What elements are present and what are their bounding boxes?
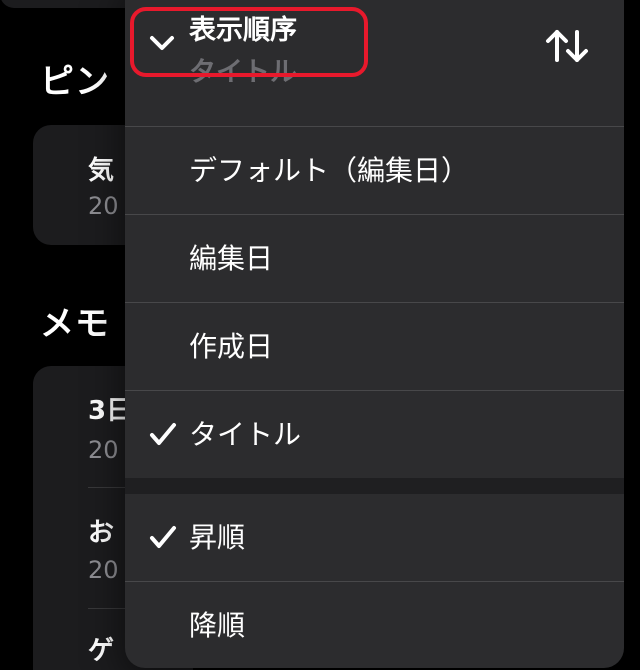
menu-item-descending[interactable]: 降順 [125,582,624,668]
highlight-outline [130,7,368,77]
menu-item-edited-date[interactable]: 編集日 [125,215,624,303]
menu-item-label: 昇順 [189,521,246,554]
menu-item-created-date[interactable]: 作成日 [125,303,624,391]
menu-item-label: 作成日 [189,330,274,363]
arrow-up-down-icon [546,30,588,62]
checkmark-icon [150,526,176,548]
notes-section-heading: メモ [40,304,110,344]
menu-group-separator [125,478,624,494]
menu-item-label: 降順 [189,609,246,642]
sort-menu: 表示順序 タイトル デフォルト（編集日） 編集日 作成日 タイトル 昇順 降順 [125,0,624,668]
pinned-note-title: 気 [88,156,115,186]
note-title: お [88,518,115,548]
menu-item-default-edited[interactable]: デフォルト（編集日） [125,127,624,215]
menu-item-label: 編集日 [189,242,274,275]
menu-item-title[interactable]: タイトル [125,391,624,479]
menu-item-ascending[interactable]: 昇順 [125,494,624,582]
note-date: 20 [88,556,119,584]
note-title: ゲ [88,636,115,666]
menu-item-label: タイトル [189,418,302,451]
pinned-section-heading: ピン [40,62,110,102]
checkmark-icon [150,423,176,445]
pinned-note-date: 20 [88,192,119,220]
screen: ピン 気 20 メモ 3日 20 お 20 ゲ 表示順序 タイトル デフォルト（ [0,0,640,670]
note-date: 20 [88,436,119,464]
menu-item-label: デフォルト（編集日） [189,154,470,187]
